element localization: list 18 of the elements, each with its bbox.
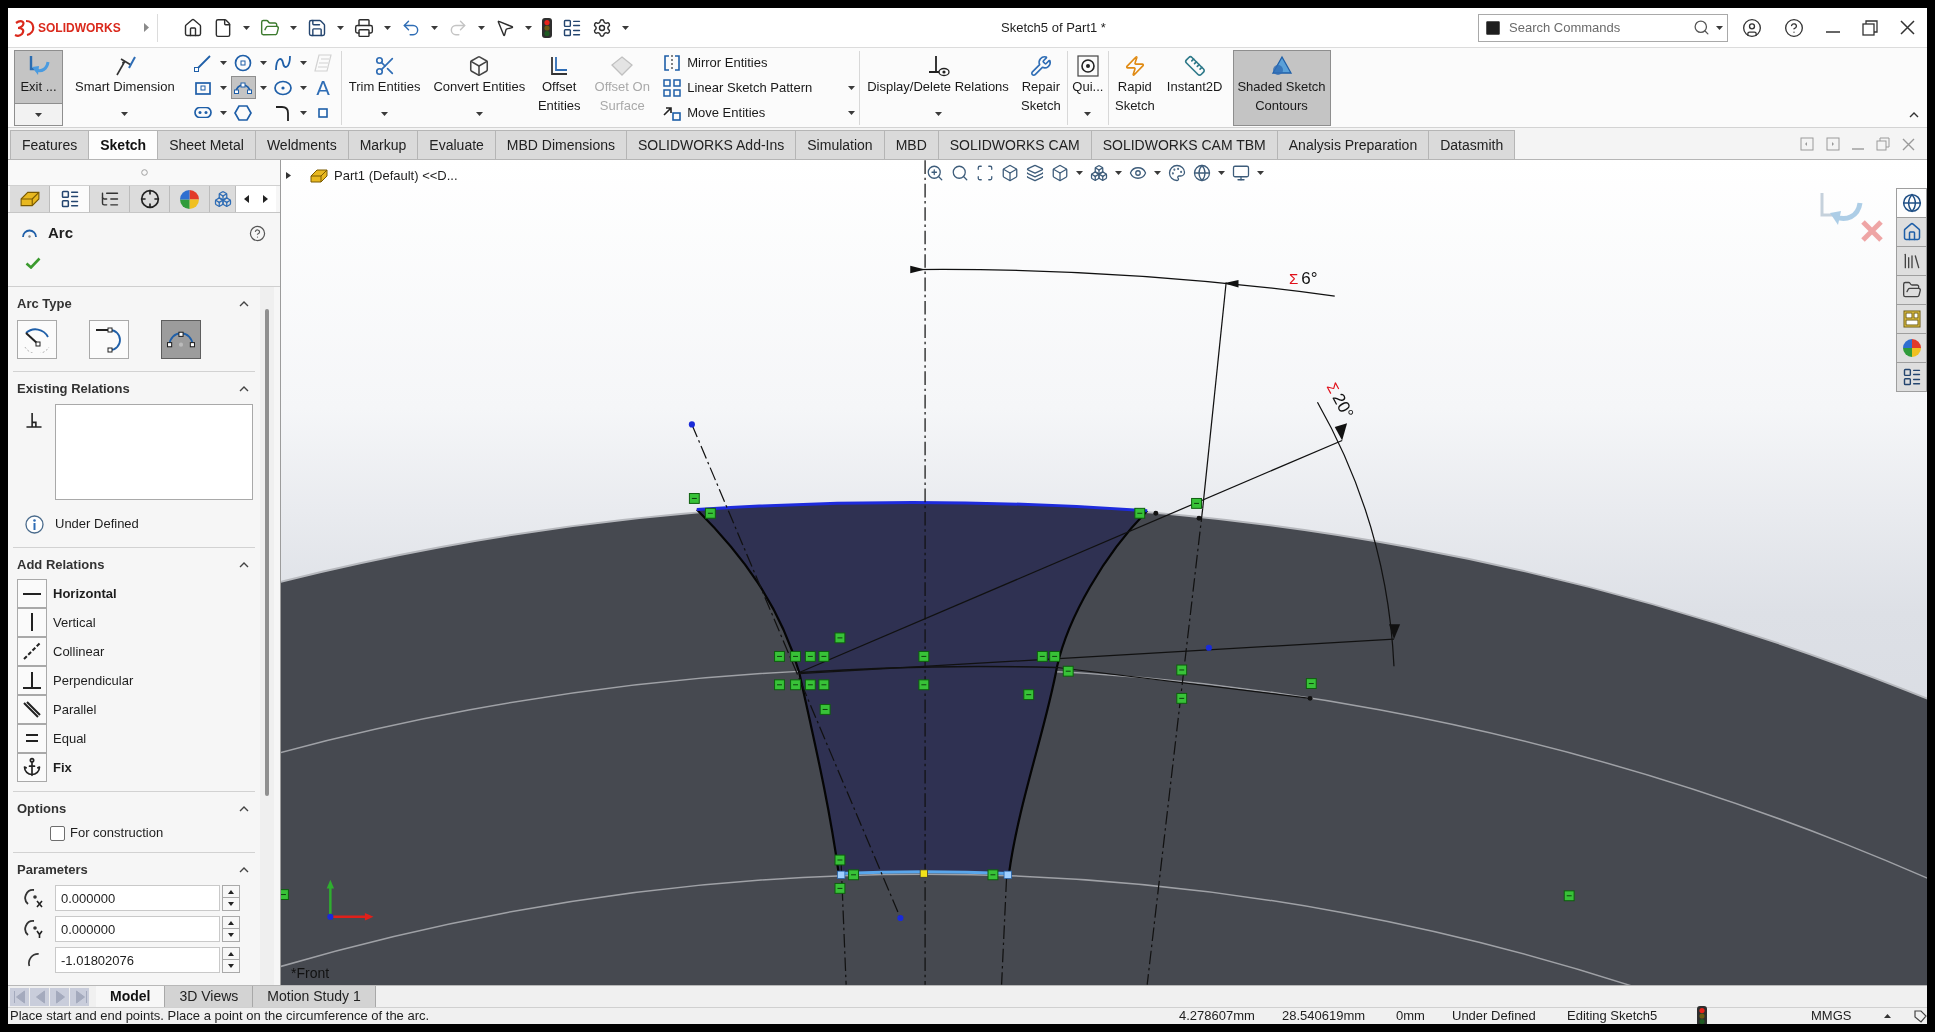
status-message: Place start and end points. Place a point on the circumference of the arc. [9,1008,430,1024]
app-logo-text: SOLIDWORKS [38,21,121,34]
status-readout: 0mm [1396,1008,1426,1024]
section-title: Arc Type [17,295,72,314]
status-text: Under Defined [55,515,139,534]
status-readout: Under Defined [1452,1008,1537,1024]
section-title: Options [17,800,67,819]
section-title: Parameters [17,861,88,880]
status-readout: Editing Sketch5 [1567,1008,1659,1024]
status-readout: 4.278607mm [1179,1008,1256,1024]
status-readout: 28.540619mm [1282,1008,1367,1024]
view-name-label: *Front [291,965,330,982]
dimension-symbol: Σ [1289,271,1299,286]
checkbox-label: For construction [70,824,164,843]
document-title: Sketch5 of Part1 * [1001,18,1106,37]
section-title: Add Relations [17,556,105,575]
section-title: Existing Relations [17,380,130,399]
panel-title: Arc [48,222,73,243]
